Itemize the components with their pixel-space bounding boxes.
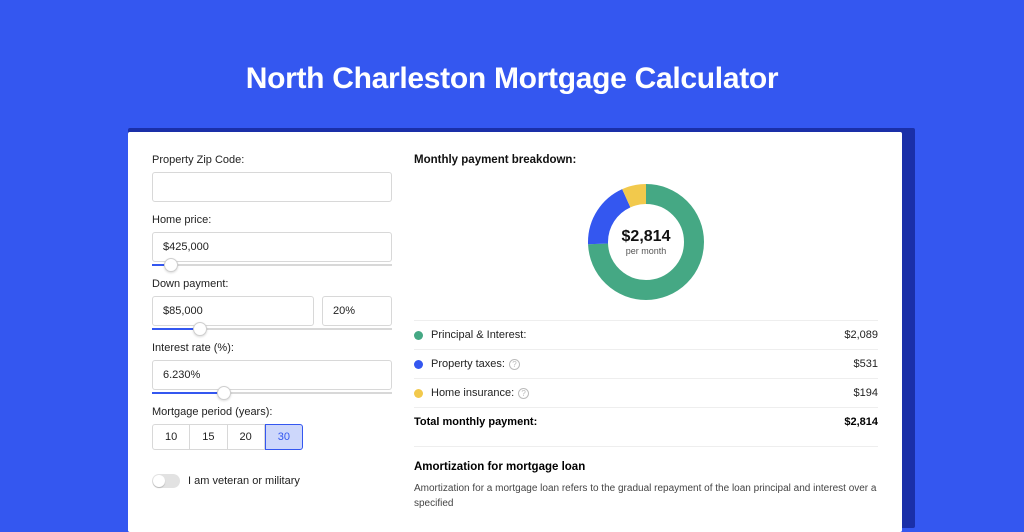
zip-input[interactable] — [152, 172, 392, 202]
legend-label-taxes-text: Property taxes: — [431, 358, 505, 370]
period-option-15[interactable]: 15 — [190, 424, 227, 450]
page-title: North Charleston Mortgage Calculator — [0, 0, 1024, 122]
legend-row-insurance: Home insurance: ? $194 — [414, 378, 878, 407]
interest-rate-slider[interactable] — [152, 392, 392, 394]
interest-rate-input[interactable] — [152, 360, 392, 390]
zip-label: Property Zip Code: — [152, 154, 392, 166]
home-price-label: Home price: — [152, 214, 392, 226]
legend-total-value: $2,814 — [844, 416, 878, 428]
legend-label-taxes: Property taxes: ? — [431, 358, 520, 370]
period-option-30[interactable]: 30 — [265, 424, 303, 450]
amortization-title: Amortization for mortgage loan — [414, 461, 878, 473]
home-price-slider[interactable] — [152, 264, 392, 266]
legend-total-label: Total monthly payment: — [414, 416, 537, 428]
amortization-section: Amortization for mortgage loan Amortizat… — [414, 446, 878, 511]
legend-dot-taxes — [414, 360, 423, 369]
mortgage-period-label: Mortgage period (years): — [152, 406, 392, 418]
legend-value-principal: $2,089 — [844, 329, 878, 341]
breakdown-title: Monthly payment breakdown: — [414, 154, 878, 166]
legend-label-insurance-text: Home insurance: — [431, 387, 514, 399]
donut-center: $2,814 per month — [586, 182, 706, 302]
legend-row-principal: Principal & Interest: $2,089 — [414, 320, 878, 349]
down-payment-slider[interactable] — [152, 328, 392, 330]
donut-chart-wrap: $2,814 per month — [414, 174, 878, 320]
veteran-label: I am veteran or military — [188, 475, 300, 487]
amortization-text: Amortization for a mortgage loan refers … — [414, 481, 878, 511]
calculator-card: Property Zip Code: Home price: Down paym… — [128, 132, 902, 532]
field-down-payment: Down payment: — [152, 278, 392, 330]
field-interest-rate: Interest rate (%): — [152, 342, 392, 394]
legend-label-principal: Principal & Interest: — [431, 329, 526, 341]
down-payment-amount-input[interactable] — [152, 296, 314, 326]
legend-value-insurance: $194 — [854, 387, 878, 399]
donut-sub: per month — [626, 246, 667, 256]
interest-rate-slider-fill — [152, 392, 224, 394]
info-icon[interactable]: ? — [518, 388, 529, 399]
field-zip: Property Zip Code: — [152, 154, 392, 202]
mortgage-period-options: 10 15 20 30 — [152, 424, 392, 450]
home-price-slider-thumb[interactable] — [164, 258, 178, 272]
period-option-10[interactable]: 10 — [152, 424, 190, 450]
veteran-row: I am veteran or military — [152, 474, 392, 488]
down-payment-label: Down payment: — [152, 278, 392, 290]
legend-row-taxes: Property taxes: ? $531 — [414, 349, 878, 378]
interest-rate-label: Interest rate (%): — [152, 342, 392, 354]
legend-total-row: Total monthly payment: $2,814 — [414, 407, 878, 436]
legend-label-insurance: Home insurance: ? — [431, 387, 529, 399]
legend-dot-principal — [414, 331, 423, 340]
field-mortgage-period: Mortgage period (years): 10 15 20 30 — [152, 406, 392, 450]
field-home-price: Home price: — [152, 214, 392, 266]
legend-value-taxes: $531 — [854, 358, 878, 370]
veteran-toggle-knob — [153, 475, 165, 487]
info-icon[interactable]: ? — [509, 359, 520, 370]
period-option-20[interactable]: 20 — [228, 424, 265, 450]
donut-chart: $2,814 per month — [586, 182, 706, 302]
interest-rate-slider-thumb[interactable] — [217, 386, 231, 400]
veteran-toggle[interactable] — [152, 474, 180, 488]
legend-dot-insurance — [414, 389, 423, 398]
donut-amount: $2,814 — [622, 228, 671, 246]
breakdown-panel: Monthly payment breakdown: $2,814 per mo… — [414, 154, 878, 532]
down-payment-slider-thumb[interactable] — [193, 322, 207, 336]
home-price-input[interactable] — [152, 232, 392, 262]
down-payment-percent-input[interactable] — [322, 296, 392, 326]
form-panel: Property Zip Code: Home price: Down paym… — [152, 154, 392, 532]
